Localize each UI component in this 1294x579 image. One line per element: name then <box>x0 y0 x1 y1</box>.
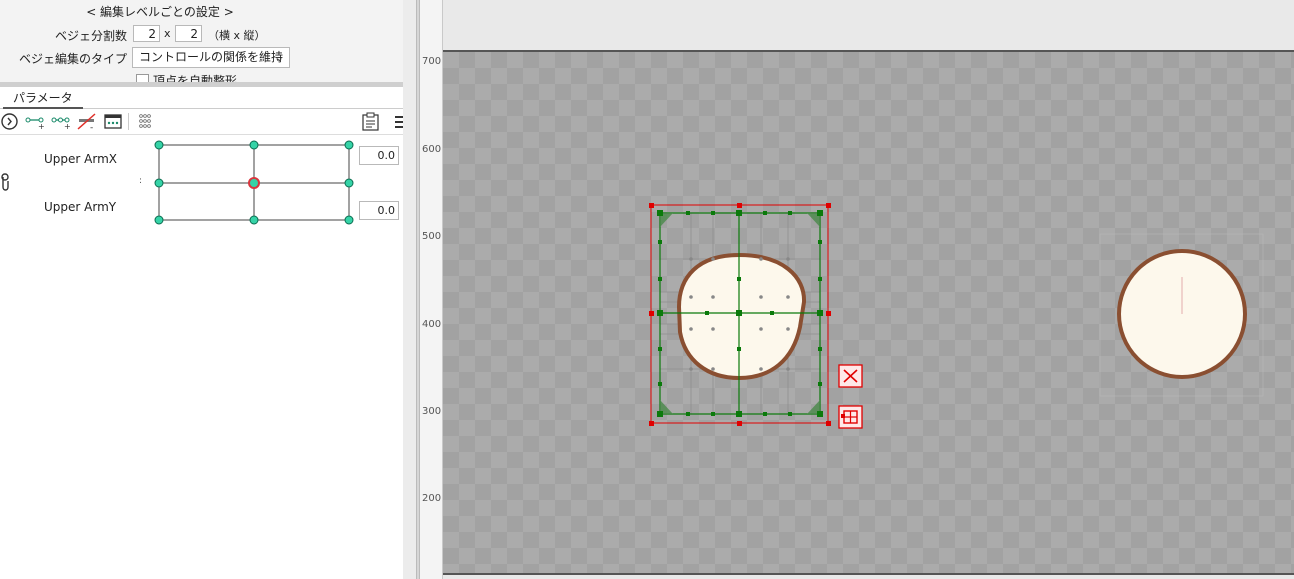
bezier-divisions-label: ベジェ分割数 <box>54 29 127 43</box>
parameter-toolbar: + + - <box>0 109 407 135</box>
warp-deformer[interactable] <box>649 203 831 426</box>
expand-icon[interactable] <box>0 112 20 131</box>
param-separator: : <box>139 176 143 186</box>
paste-icon[interactable] <box>361 112 381 131</box>
divisions-suffix: （横 x 縦） <box>208 29 266 42</box>
auto-deform-label: 頂点を自動整形 <box>153 74 238 82</box>
bezier-type-select[interactable]: コントロールの関係を維持 ⌄ <box>132 47 290 68</box>
canvas[interactable] <box>443 52 1294 573</box>
preview-object[interactable] <box>1099 233 1264 397</box>
svg-text:-: - <box>90 123 93 131</box>
tab-parameters[interactable]: パラメータ <box>3 89 83 109</box>
settings-title: < 編集レベルごとの設定 > <box>86 5 234 19</box>
left-panel-scrollbar[interactable] <box>403 0 416 579</box>
canvas-footer <box>443 573 1294 579</box>
close-x-icon[interactable] <box>838 364 863 388</box>
svg-text:+: + <box>38 122 45 131</box>
svg-text:+: + <box>64 122 71 131</box>
parameter-grid[interactable] <box>150 138 360 228</box>
tab-bar: パラメータ <box>0 87 403 109</box>
keyform-dots-icon[interactable] <box>136 112 156 131</box>
face-shape[interactable] <box>676 252 807 381</box>
ruler-tick: 500 <box>422 231 442 242</box>
ruler-tick: 300 <box>422 406 442 417</box>
bezier-type-label: ベジェ編集のタイプ <box>18 52 127 66</box>
edit-level-settings: < 編集レベルごとの設定 > ベジェ分割数 2 x 2 （横 x 縦） ベジェ編… <box>0 0 403 82</box>
param-value-upper-arm-y[interactable]: 0.0 <box>359 201 399 220</box>
chevron-down-icon: ⌄ <box>274 51 284 64</box>
add-keys-icon[interactable]: + <box>51 112 71 131</box>
divisions-x-separator: x <box>164 27 171 40</box>
bezier-type-value: コントロールの関係を維持 <box>139 50 284 64</box>
ruler-tick: 700 <box>422 56 442 67</box>
link-icon[interactable] <box>0 172 10 195</box>
toolbar-divider <box>128 113 129 130</box>
ruler-tick: 600 <box>422 144 442 155</box>
param-label-upper-arm-y: Upper ArmY <box>44 200 117 214</box>
remove-key-icon[interactable]: - <box>77 112 97 131</box>
bezier-divisions-h-input[interactable]: 2 <box>133 25 160 42</box>
left-panel: < 編集レベルごとの設定 > ベジェ分割数 2 x 2 （横 x 縦） ベジェ編… <box>0 0 416 579</box>
ruler-tick: 200 <box>422 493 442 504</box>
selected-key-node[interactable] <box>248 177 260 189</box>
vertical-ruler: 700 600 500 400 300 200 <box>420 0 443 579</box>
ruler-tick: 400 <box>422 319 442 330</box>
canvas-header <box>443 0 1294 52</box>
bezier-divisions-v-input[interactable]: 2 <box>175 25 202 42</box>
param-label-upper-arm-x: Upper ArmX <box>44 152 117 166</box>
param-value-upper-arm-x[interactable]: 0.0 <box>359 146 399 165</box>
warp-grid-icon[interactable] <box>838 405 863 429</box>
auto-deform-checkbox[interactable] <box>136 74 149 82</box>
add-key-icon[interactable]: + <box>25 112 45 131</box>
grid-view-icon[interactable] <box>103 112 123 131</box>
